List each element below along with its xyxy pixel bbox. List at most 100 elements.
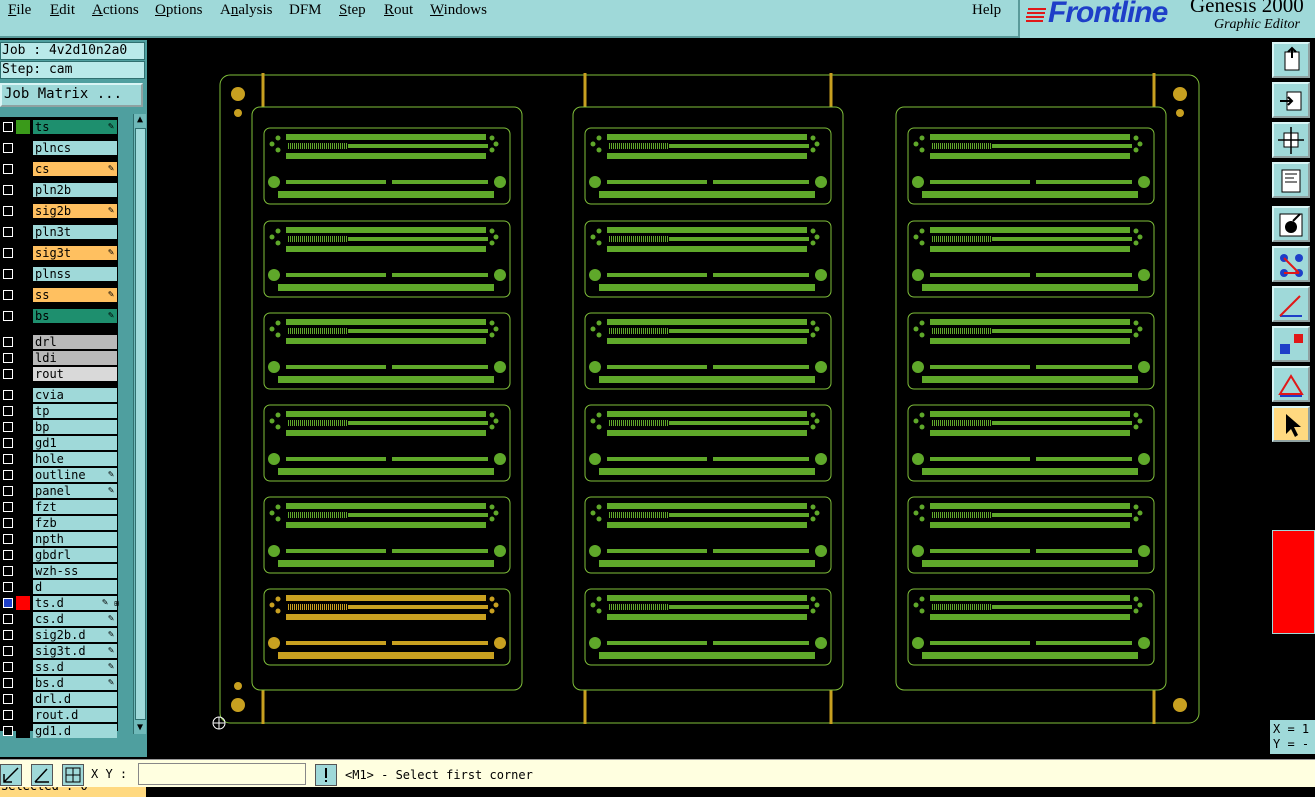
scroll-thumb[interactable]	[135, 128, 146, 720]
layer-name[interactable]: sig3t.d ✎	[33, 644, 117, 658]
layer-row-fzt[interactable]: fzt	[0, 500, 117, 514]
layer-row-cs[interactable]: cs ✎	[0, 162, 117, 176]
layer-color-swatch[interactable]	[16, 404, 30, 418]
layer-color-swatch[interactable]	[16, 141, 30, 155]
layer-row-fzb[interactable]: fzb	[0, 516, 117, 530]
layer-checkbox[interactable]	[3, 630, 13, 640]
layer-color-swatch[interactable]	[16, 516, 30, 530]
layer-name[interactable]: gd1.d	[33, 724, 117, 738]
layer-name[interactable]: ts.d ✎ ⊞	[33, 596, 119, 610]
tools-icon[interactable]	[1272, 162, 1310, 198]
layer-checkbox[interactable]	[3, 248, 13, 258]
layer-checkbox[interactable]	[3, 486, 13, 496]
layer-color-swatch[interactable]	[16, 580, 30, 594]
layer-checkbox[interactable]	[3, 598, 13, 608]
layer-name[interactable]: gd1	[33, 436, 117, 450]
layer-color-swatch[interactable]	[16, 564, 30, 578]
layer-checkbox[interactable]	[3, 534, 13, 544]
layer-checkbox[interactable]	[3, 227, 13, 237]
measure-icon[interactable]	[1272, 286, 1310, 322]
layer-color-swatch[interactable]	[16, 420, 30, 434]
layer-color-swatch[interactable]	[16, 204, 30, 218]
graphic-canvas[interactable]	[147, 40, 1270, 757]
layer-row-panel[interactable]: panel ✎	[0, 484, 117, 498]
layer-checkbox[interactable]	[3, 726, 13, 736]
layer-name[interactable]: ts ✎	[33, 120, 117, 134]
layer-checkbox[interactable]	[3, 269, 13, 279]
layer-name[interactable]: drl	[33, 335, 117, 349]
layer-color-swatch[interactable]	[16, 246, 30, 260]
layer-row-outline[interactable]: outline ✎	[0, 468, 117, 482]
layer-row-rout.d[interactable]: rout.d	[0, 708, 117, 722]
layer-name[interactable]: pln2b	[33, 183, 117, 197]
layer-color-swatch[interactable]	[16, 708, 30, 722]
layer-checkbox[interactable]	[3, 406, 13, 416]
layer-color-swatch[interactable]	[16, 452, 30, 466]
layer-row-npth[interactable]: npth	[0, 532, 117, 546]
layer-checkbox[interactable]	[3, 311, 13, 321]
layer-checkbox[interactable]	[3, 369, 13, 379]
layer-checkbox[interactable]	[3, 422, 13, 432]
layer-color-swatch[interactable]	[16, 500, 30, 514]
warning-icon[interactable]	[1272, 366, 1310, 402]
layer-in-icon[interactable]	[1272, 82, 1310, 118]
layer-name[interactable]: pln3t	[33, 225, 117, 239]
layer-name[interactable]: cvia	[33, 388, 117, 402]
layer-color-swatch[interactable]	[16, 532, 30, 546]
layer-name[interactable]: panel ✎	[33, 484, 117, 498]
layer-name[interactable]: ss.d ✎	[33, 660, 117, 674]
net-icon[interactable]	[1272, 246, 1310, 282]
layer-row-rout[interactable]: rout	[0, 367, 117, 381]
xy-input[interactable]	[138, 763, 306, 785]
layer-color-swatch[interactable]	[16, 676, 30, 690]
layer-checkbox[interactable]	[3, 614, 13, 624]
layer-name[interactable]: outline ✎	[33, 468, 117, 482]
layer-color-swatch[interactable]	[16, 692, 30, 706]
layer-name[interactable]: sig3t ✎	[33, 246, 117, 260]
scroll-down-icon[interactable]: ▼	[134, 722, 146, 734]
layer-checkbox[interactable]	[3, 550, 13, 560]
layer-row-ldi[interactable]: ldi	[0, 351, 117, 365]
layer-row-bp[interactable]: bp	[0, 420, 117, 434]
layer-checkbox[interactable]	[3, 438, 13, 448]
layer-row-ss[interactable]: ss ✎	[0, 288, 117, 302]
layer-color-swatch[interactable]	[16, 288, 30, 302]
menu-options[interactable]: Options	[155, 2, 203, 19]
layer-name[interactable]: gbdrl	[33, 548, 117, 562]
layer-name[interactable]: wzh-ss	[33, 564, 117, 578]
layer-row-plnss[interactable]: plnss	[0, 267, 117, 281]
layer-row-sig2b.d[interactable]: sig2b.d ✎	[0, 628, 117, 642]
layer-color-swatch[interactable]	[16, 335, 30, 349]
layer-color-swatch[interactable]	[16, 628, 30, 642]
layer-checkbox[interactable]	[3, 470, 13, 480]
layer-color-swatch[interactable]	[16, 351, 30, 365]
layer-name[interactable]: drl.d	[33, 692, 117, 706]
layer-checkbox[interactable]	[3, 566, 13, 576]
layer-name[interactable]: rout.d	[33, 708, 117, 722]
zoom-area-icon[interactable]	[0, 764, 22, 786]
menu-rout[interactable]: Rout	[384, 2, 413, 19]
snap-icon[interactable]	[1272, 206, 1310, 242]
layer-up-icon[interactable]	[1272, 42, 1310, 78]
layer-color-swatch[interactable]	[16, 367, 30, 381]
layer-checkbox[interactable]	[3, 290, 13, 300]
layer-color-swatch[interactable]	[16, 660, 30, 674]
scroll-up-icon[interactable]: ▲	[134, 114, 146, 126]
layer-row-pln2b[interactable]: pln2b	[0, 183, 117, 197]
layer-checkbox[interactable]	[3, 353, 13, 363]
layer-checkbox[interactable]	[3, 206, 13, 216]
layer-checkbox[interactable]	[3, 454, 13, 464]
layer-row-cvia[interactable]: cvia	[0, 388, 117, 402]
layer-row-hole[interactable]: hole	[0, 452, 117, 466]
menu-analysis[interactable]: Analysis	[220, 2, 273, 19]
layer-color-swatch[interactable]	[16, 162, 30, 176]
layer-color-swatch[interactable]	[16, 468, 30, 482]
layer-checkbox[interactable]	[3, 185, 13, 195]
layer-name[interactable]: sig2b.d ✎	[33, 628, 117, 642]
layer-scrollbar[interactable]: ▲ ▼	[133, 114, 146, 734]
layer-checkbox[interactable]	[3, 164, 13, 174]
layer-row-tp[interactable]: tp	[0, 404, 117, 418]
overview-minimap[interactable]	[1272, 530, 1315, 634]
zoom-fit-icon[interactable]	[1272, 122, 1310, 158]
menu-file[interactable]: File	[8, 2, 31, 19]
